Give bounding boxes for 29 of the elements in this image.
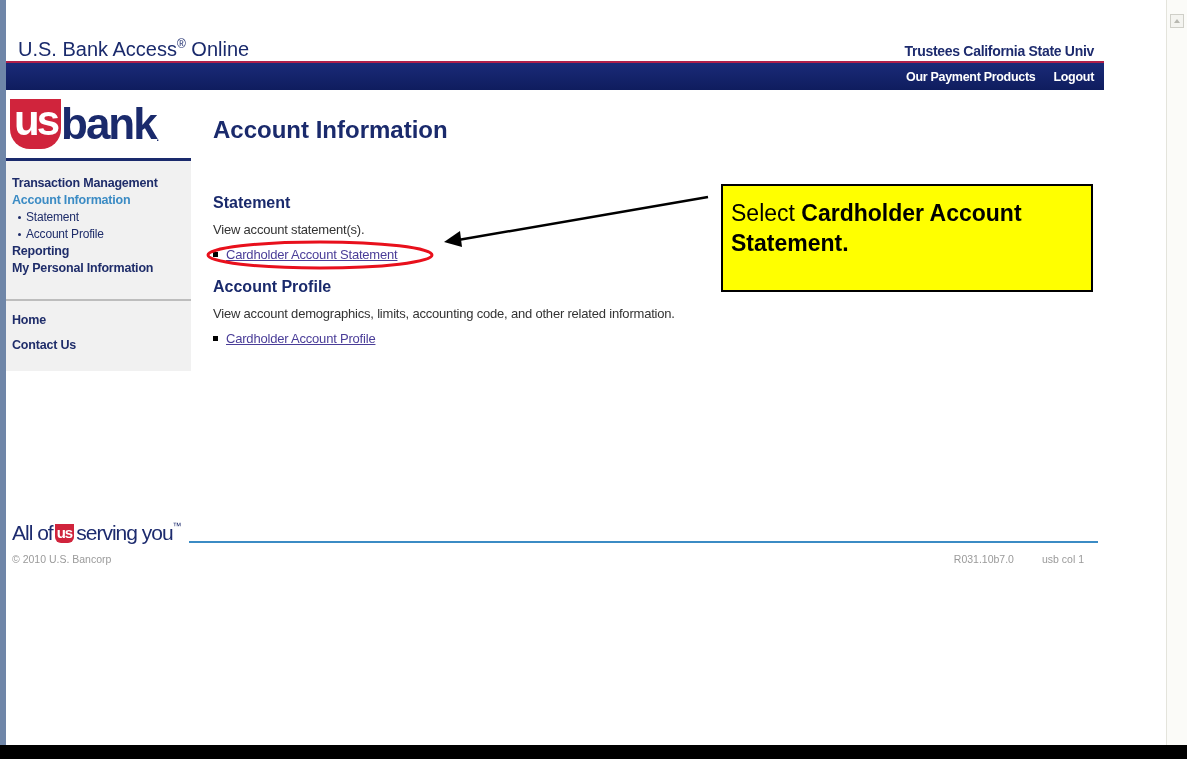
logo-wordmark: bank [61,99,156,149]
copyright-text: © 2010 U.S. Bancorp [12,553,112,565]
column-label: usb col 1 [1041,553,1084,565]
section-description: View account demographics, limits, accounting code, and other related information. [213,306,676,321]
logo-shield: us [10,99,61,149]
sidebar-item[interactable]: Reporting [12,243,185,260]
scrollbar[interactable] [1166,0,1187,745]
bullet-icon [18,216,21,219]
bullet-icon [213,336,218,341]
bullet-icon [213,252,218,257]
version-text: R031.10b7.0 [953,553,1014,565]
sidebar-item[interactable]: Account Profile [26,226,104,243]
nav-link[interactable]: Logout [1053,69,1094,84]
sidebar-item[interactable]: Statement [26,209,79,226]
sidebar-item[interactable]: Home [12,309,185,334]
page-heading: Account Information [213,116,449,144]
bullet-icon [18,233,21,236]
section-description: View account statement(s). [213,222,366,237]
cardholder-link[interactable]: Cardholder Account Profile [226,331,376,346]
tagline: All of us serving you™ [12,521,181,545]
sidebar-item[interactable]: My Personal Information [12,260,185,277]
app-title: U.S. Bank Access$^{®}$ Online [18,37,250,61]
organization-name: Trustees California State Univ [904,43,1094,61]
sidebar-item[interactable]: Transaction Management [12,175,185,192]
sidebar-item[interactable]: Contact Us [12,334,185,359]
section-heading: Account Profile [213,278,333,296]
scroll-up-icon[interactable] [1170,14,1184,28]
nav-link[interactable]: Our Payment Products [906,69,1036,84]
instruction-callout: Select Cardholder Account Statement. [721,184,1093,292]
